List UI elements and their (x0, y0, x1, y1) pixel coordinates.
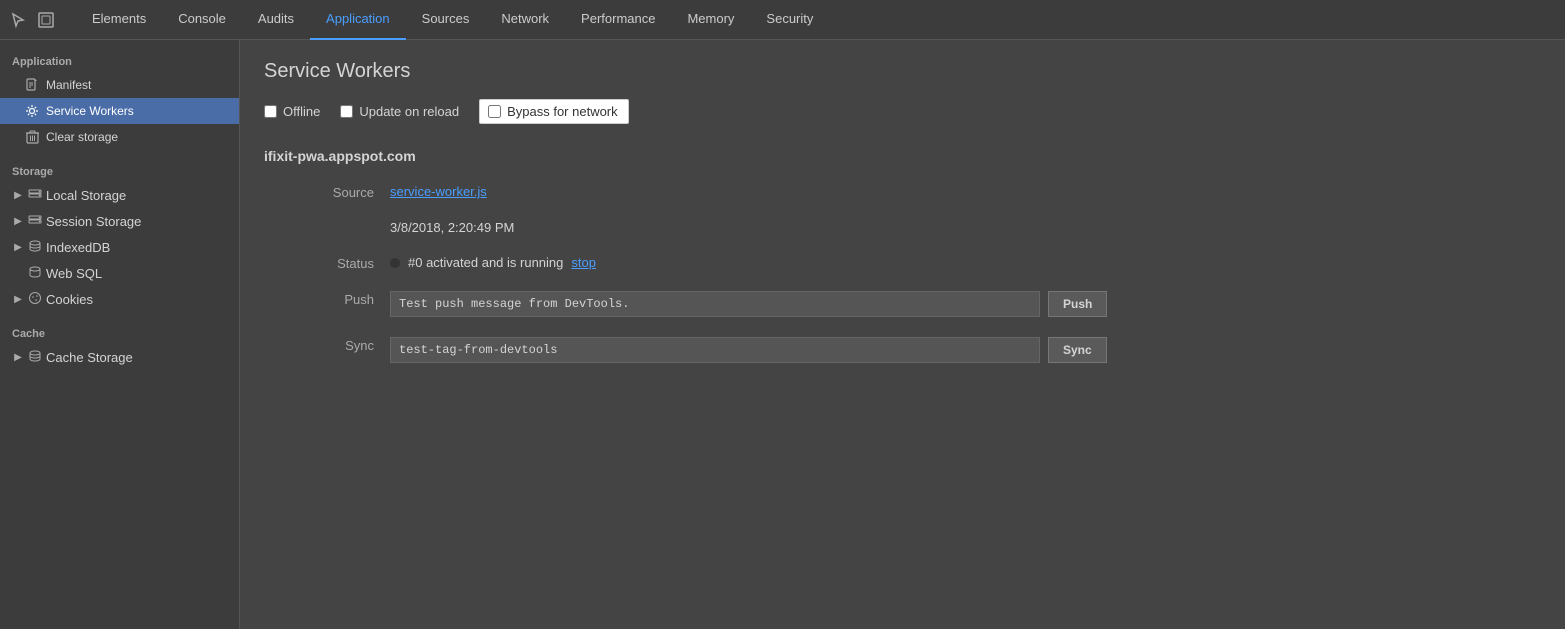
sidebar-item-service-workers[interactable]: Service Workers (0, 98, 239, 124)
sidebar-item-cache-storage[interactable]: ▶ Cache Storage (0, 344, 239, 370)
cache-storage-label: Cache Storage (46, 350, 133, 365)
domain-name: ifixit-pwa.appspot.com (264, 148, 1541, 164)
update-on-reload-checkbox[interactable] (340, 105, 353, 118)
update-on-reload-checkbox-label[interactable]: Update on reload (340, 104, 459, 119)
tab-sources[interactable]: Sources (406, 0, 486, 40)
local-storage-label: Local Storage (46, 188, 126, 203)
sync-button[interactable]: Sync (1048, 337, 1107, 363)
content-area: Service Workers Offline Update on reload… (240, 40, 1565, 629)
status-row: Status #0 activated and is running stop (324, 255, 1541, 271)
sidebar-item-cookies[interactable]: ▶ Cookies (0, 286, 239, 312)
offline-label: Offline (283, 104, 320, 119)
session-storage-label: Session Storage (46, 214, 141, 229)
tab-security[interactable]: Security (750, 0, 829, 40)
tab-elements[interactable]: Elements (76, 0, 162, 40)
tab-audits[interactable]: Audits (242, 0, 310, 40)
push-row: Push Push (324, 291, 1541, 317)
page-title: Service Workers (264, 60, 1541, 83)
sidebar-item-clear-storage[interactable]: Clear storage (0, 124, 239, 150)
sync-input[interactable] (390, 337, 1040, 363)
cache-storage-icon (28, 349, 42, 366)
push-button[interactable]: Push (1048, 291, 1107, 317)
sync-input-row: Sync (390, 337, 1107, 363)
sidebar-item-web-sql[interactable]: Web SQL (0, 260, 239, 286)
local-storage-icon (28, 187, 42, 204)
push-label: Push (324, 291, 374, 307)
received-value: 3/8/2018, 2:20:49 PM (390, 220, 514, 235)
source-label: Source (324, 184, 374, 200)
push-input[interactable] (390, 291, 1040, 317)
bypass-for-network-wrapper[interactable]: Bypass for network (479, 99, 629, 124)
sync-row: Sync Sync (324, 337, 1541, 363)
received-row: 3/8/2018, 2:20:49 PM (324, 220, 1541, 235)
source-row: Source service-worker.js (324, 184, 1541, 200)
received-label-spacer (324, 220, 374, 221)
sidebar: Application Manifest Service W (0, 40, 240, 629)
source-link[interactable]: service-worker.js (390, 184, 487, 199)
web-sql-icon (28, 265, 42, 282)
tab-memory[interactable]: Memory (671, 0, 750, 40)
tab-application[interactable]: Application (310, 0, 406, 40)
gear-icon (24, 103, 40, 119)
indexeddb-icon (28, 239, 42, 256)
update-on-reload-label: Update on reload (359, 104, 459, 119)
status-label: Status (324, 255, 374, 271)
inspect-icon[interactable] (36, 10, 56, 30)
sidebar-item-manifest[interactable]: Manifest (0, 72, 239, 98)
stop-link[interactable]: stop (571, 255, 596, 270)
application-section-header: Application (0, 48, 239, 72)
sidebar-item-session-storage[interactable]: ▶ Session Storage (0, 208, 239, 234)
document-icon (24, 77, 40, 93)
worker-details: Source service-worker.js 3/8/2018, 2:20:… (264, 184, 1541, 363)
offline-checkbox-label[interactable]: Offline (264, 104, 320, 119)
bypass-for-network-checkbox[interactable] (488, 105, 501, 118)
status-content: #0 activated and is running stop (390, 255, 596, 270)
tab-performance[interactable]: Performance (565, 0, 671, 40)
cookies-icon (28, 291, 42, 308)
clear-storage-label: Clear storage (46, 130, 118, 144)
push-input-row: Push (390, 291, 1107, 317)
main-layout: Application Manifest Service W (0, 40, 1565, 629)
sync-label: Sync (324, 337, 374, 353)
storage-section-header: Storage (0, 158, 239, 182)
tab-bar: Elements Console Audits Application Sour… (0, 0, 1565, 40)
manifest-label: Manifest (46, 78, 91, 92)
toolbar-icons (8, 10, 56, 30)
expand-arrow-indexeddb: ▶ (12, 241, 24, 253)
session-storage-icon (28, 213, 42, 230)
status-dot (390, 258, 400, 268)
indexeddb-label: IndexedDB (46, 240, 110, 255)
trash-icon (24, 129, 40, 145)
expand-arrow-session-storage: ▶ (12, 215, 24, 227)
sidebar-item-indexeddb[interactable]: ▶ IndexedDB (0, 234, 239, 260)
expand-arrow-cookies: ▶ (12, 293, 24, 305)
service-workers-label: Service Workers (46, 104, 134, 118)
bypass-for-network-label: Bypass for network (507, 104, 618, 119)
tab-console[interactable]: Console (162, 0, 242, 40)
sidebar-item-local-storage[interactable]: ▶ Local Storage (0, 182, 239, 208)
cache-section-header: Cache (0, 320, 239, 344)
options-row: Offline Update on reload Bypass for netw… (264, 99, 1541, 124)
expand-arrow-local-storage: ▶ (12, 189, 24, 201)
tab-network[interactable]: Network (485, 0, 565, 40)
cookies-label: Cookies (46, 292, 93, 307)
expand-arrow-cache-storage: ▶ (12, 351, 24, 363)
status-text: #0 activated and is running (408, 255, 563, 270)
offline-checkbox[interactable] (264, 105, 277, 118)
web-sql-label: Web SQL (46, 266, 102, 281)
cursor-icon[interactable] (8, 10, 28, 30)
